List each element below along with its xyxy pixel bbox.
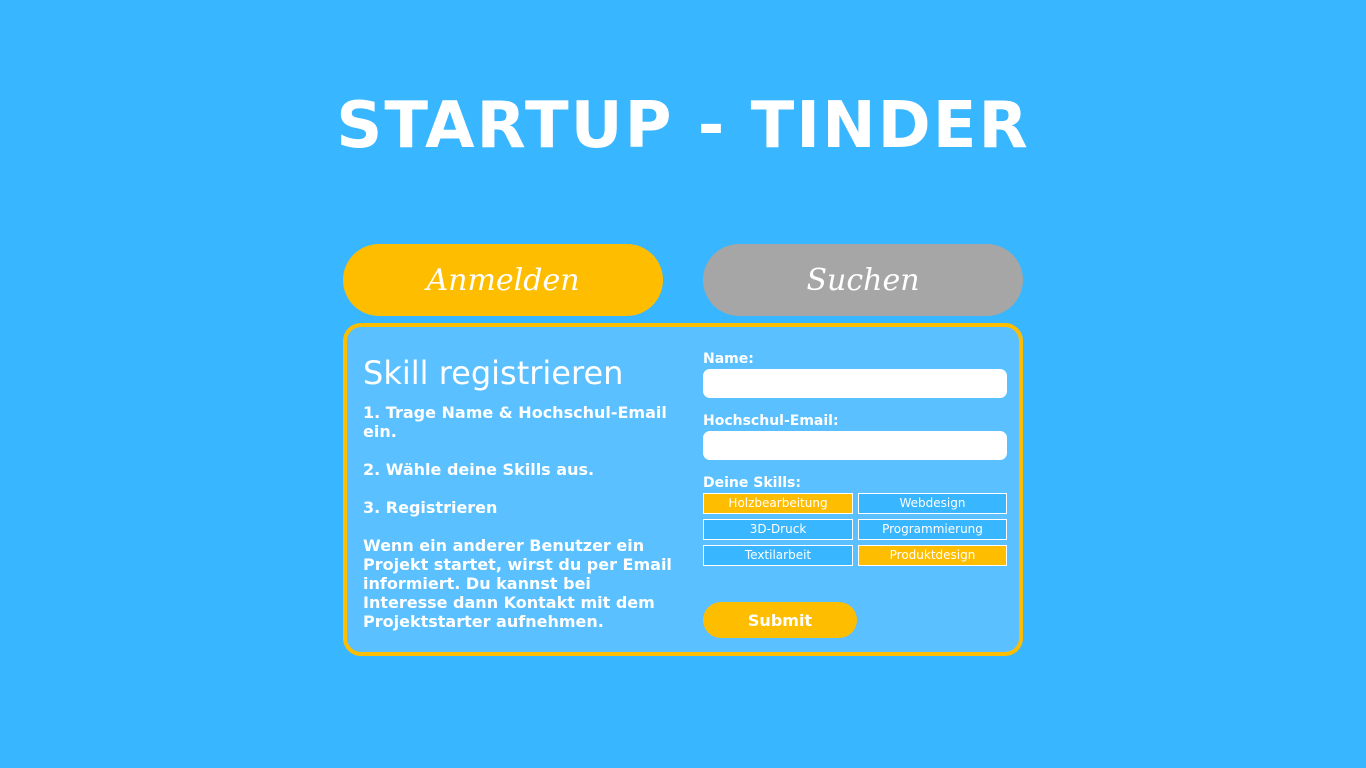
submit-button[interactable]: Submit [703, 602, 857, 638]
instruction-step-1: 1. Trage Name & Hochschul-Email ein. [363, 403, 667, 441]
registration-form: Name: Hochschul-Email: Deine Skills: Hol… [703, 351, 1007, 566]
name-label: Name: [703, 351, 754, 367]
email-input[interactable] [703, 431, 1007, 460]
instruction-step-2: 2. Wähle deine Skills aus. [363, 460, 595, 479]
tab-anmelden[interactable]: Anmelden [343, 244, 663, 316]
skills-label: Deine Skills: [703, 475, 801, 491]
skill-produktdesign[interactable]: Produktdesign [858, 545, 1007, 566]
name-input[interactable] [703, 369, 1007, 398]
skill-webdesign[interactable]: Webdesign [858, 493, 1007, 514]
skill-textilarbeit[interactable]: Textilarbeit [703, 545, 853, 566]
instructions: Skill registrieren 1. Trage Name & Hochs… [363, 349, 673, 631]
skills-grid: Holzbearbeitung Webdesign 3D-Druck Progr… [703, 493, 1007, 566]
skill-holzbearbeitung[interactable]: Holzbearbeitung [703, 493, 853, 514]
skill-3d-druck[interactable]: 3D-Druck [703, 519, 853, 540]
tab-suchen[interactable]: Suchen [703, 244, 1023, 316]
skill-programmierung[interactable]: Programmierung [858, 519, 1007, 540]
page: STARTUP - TINDER Anmelden Suchen Skill r… [0, 0, 1366, 768]
app-title: STARTUP - TINDER [336, 89, 1030, 163]
section-title: Skill registrieren [363, 354, 624, 392]
instruction-step-3: 3. Registrieren [363, 498, 498, 517]
email-label: Hochschul-Email: [703, 413, 839, 429]
info-text: Wenn ein anderer Benutzer ein Projekt st… [363, 536, 672, 631]
registration-panel: Skill registrieren 1. Trage Name & Hochs… [343, 323, 1023, 656]
